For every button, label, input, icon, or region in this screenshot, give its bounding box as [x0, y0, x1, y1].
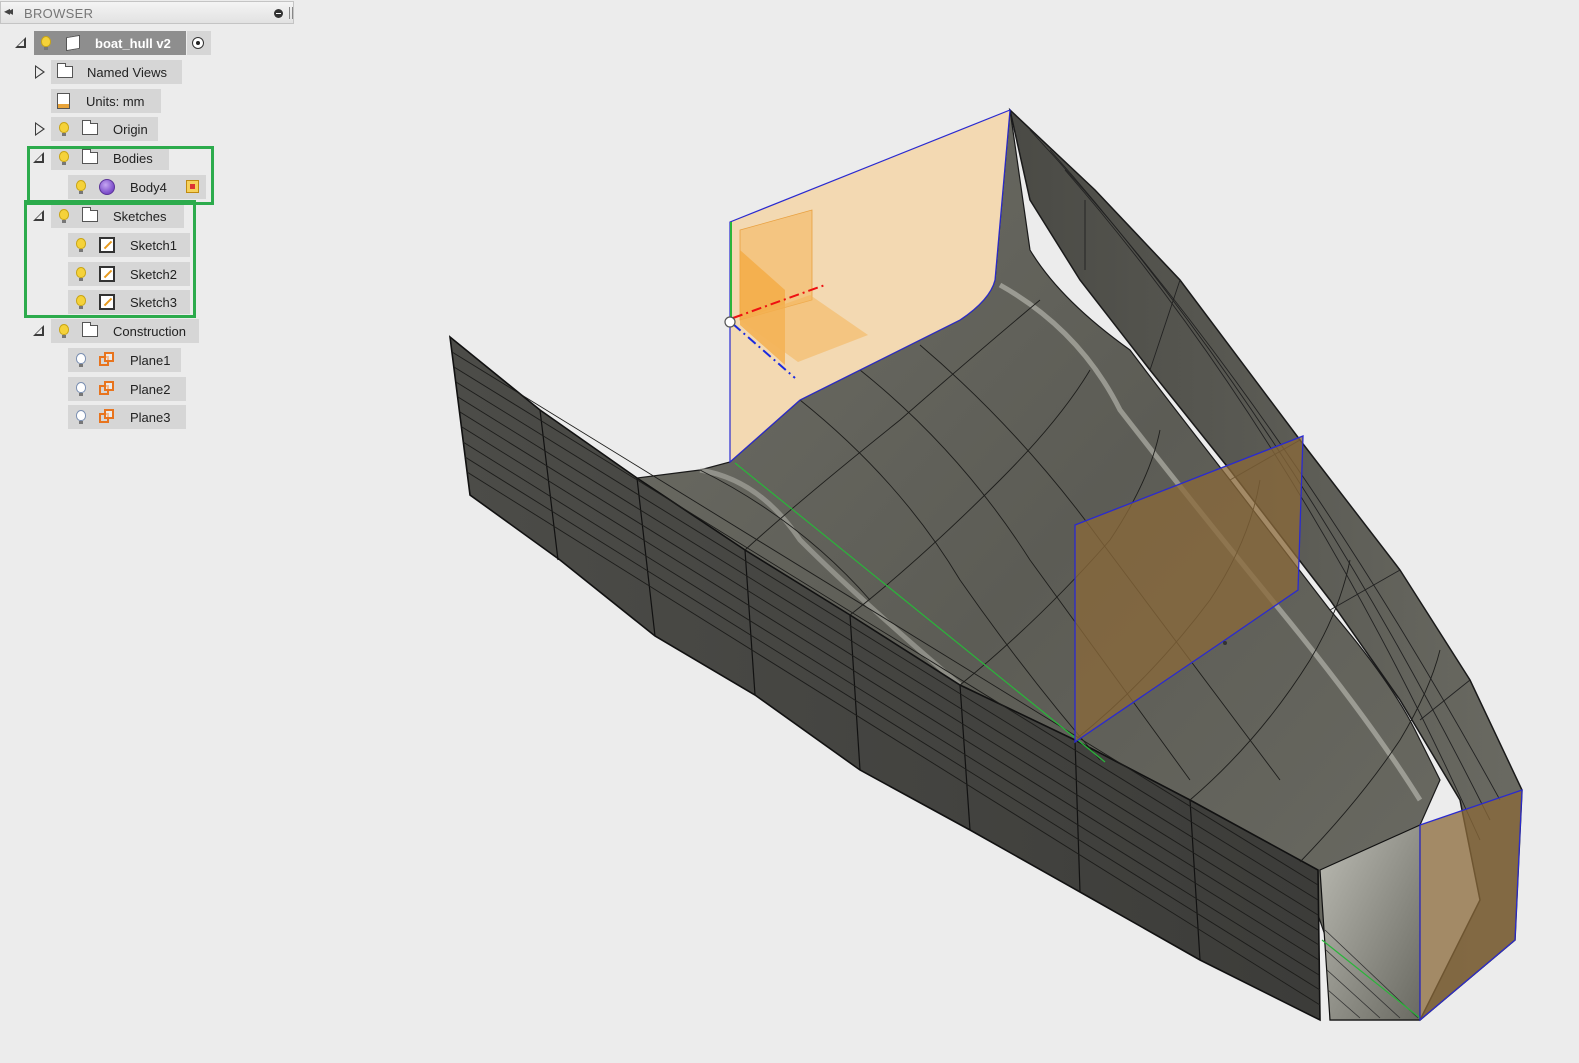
construction-plane-icon — [99, 409, 115, 425]
units-label: Units: mm — [86, 94, 145, 109]
plane1-pill[interactable]: Plane1 — [68, 348, 181, 372]
activate-component[interactable] — [187, 31, 211, 55]
construction-label: Construction — [113, 324, 186, 339]
browser-header: ◂◂ BROWSER — [0, 1, 294, 24]
bodies-highlight-box — [27, 146, 214, 205]
origin-pill[interactable]: Origin — [51, 117, 158, 141]
tree-item-plane2[interactable]: Plane2 — [0, 377, 200, 401]
folder-icon — [82, 120, 98, 135]
plane3-pill[interactable]: Plane3 — [68, 405, 186, 429]
plane3-label: Plane3 — [130, 410, 171, 425]
expand-toggle-icon[interactable] — [15, 37, 26, 48]
expand-toggle-icon[interactable] — [35, 122, 45, 136]
construction-pill[interactable]: Construction — [51, 319, 199, 343]
plane2-label: Plane2 — [130, 382, 171, 397]
tree-item-plane1[interactable]: Plane1 — [0, 348, 200, 372]
tree-item-origin[interactable]: Origin — [0, 117, 200, 141]
root-label: boat_hull v2 — [95, 36, 171, 51]
construction-plane-stern[interactable] — [1419, 789, 1523, 1022]
tree-item-units[interactable]: Units: mm — [0, 89, 200, 113]
plane1-label: Plane1 — [130, 353, 171, 368]
document-settings-icon — [57, 93, 70, 109]
visibility-bulb-off-icon[interactable] — [76, 382, 86, 396]
pin-icon[interactable] — [274, 9, 283, 18]
origin-label: Origin — [113, 122, 148, 137]
plane2-pill[interactable]: Plane2 — [68, 377, 186, 401]
collapse-panel-icon[interactable]: ◂◂ — [4, 4, 13, 18]
visibility-bulb-icon[interactable] — [41, 36, 51, 50]
browser-title: BROWSER — [24, 6, 94, 21]
visibility-bulb-icon[interactable] — [59, 122, 69, 136]
tree-item-named-views[interactable]: Named Views — [0, 60, 200, 84]
folder-icon — [82, 322, 98, 337]
resize-grip-icon[interactable] — [289, 7, 293, 19]
named-views-label: Named Views — [87, 65, 167, 80]
tree-item-plane3[interactable]: Plane3 — [0, 405, 200, 429]
units-pill[interactable]: Units: mm — [51, 89, 161, 113]
tree-item-construction[interactable]: Construction — [0, 319, 220, 343]
visibility-bulb-icon[interactable] — [59, 324, 69, 338]
activate-radio-icon[interactable] — [192, 37, 204, 49]
browser-panel: ◂◂ BROWSER boat_hull v2 Named Views Unit… — [0, 0, 300, 440]
named-views-pill[interactable]: Named Views — [51, 60, 182, 84]
sketches-highlight-box — [24, 200, 196, 318]
expand-toggle-icon[interactable] — [35, 65, 45, 79]
component-icon — [66, 34, 80, 52]
expand-toggle-icon[interactable] — [33, 325, 44, 336]
construction-plane-icon — [99, 381, 115, 397]
folder-icon — [57, 63, 73, 78]
tree-root[interactable]: boat_hull v2 — [0, 31, 220, 55]
visibility-bulb-off-icon[interactable] — [76, 410, 86, 424]
visibility-bulb-off-icon[interactable] — [76, 353, 86, 367]
construction-plane-icon — [99, 352, 115, 368]
root-pill[interactable]: boat_hull v2 — [34, 31, 186, 55]
